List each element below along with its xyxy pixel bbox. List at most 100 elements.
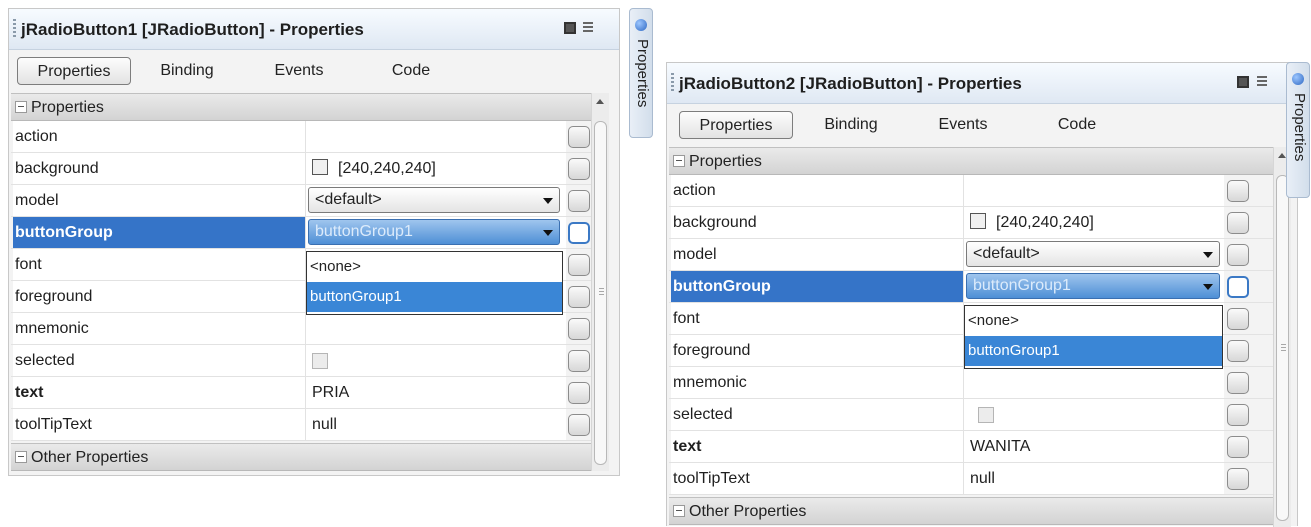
- ellipsis-button[interactable]: [1227, 276, 1249, 298]
- ellipsis-button[interactable]: [1227, 244, 1249, 266]
- selected-checkbox[interactable]: [978, 407, 994, 423]
- property-row[interactable]: action: [11, 121, 591, 153]
- property-name: text: [671, 431, 964, 462]
- dropdown-option-none[interactable]: <none>: [965, 306, 1222, 336]
- ellipsis-button[interactable]: [1227, 180, 1249, 202]
- property-value[interactable]: null: [306, 409, 566, 440]
- tab-code[interactable]: Code: [381, 57, 441, 85]
- ellipsis-button[interactable]: [568, 414, 590, 436]
- tab-binding[interactable]: Binding: [811, 111, 891, 139]
- tab-binding[interactable]: Binding: [147, 57, 227, 85]
- property-value[interactable]: PRIA: [306, 377, 566, 408]
- ellipsis-button[interactable]: [568, 158, 590, 180]
- property-value[interactable]: [964, 367, 1224, 398]
- property-row[interactable]: text PRIA: [11, 377, 591, 409]
- property-value[interactable]: null: [964, 463, 1224, 494]
- ellipsis-button[interactable]: [568, 382, 590, 404]
- section-properties-header[interactable]: Properties: [11, 93, 591, 121]
- scroll-up-icon[interactable]: [596, 99, 604, 104]
- buttongroup-combo[interactable]: buttonGroup1: [966, 273, 1220, 299]
- panel-titlebar[interactable]: jRadioButton2 [JRadioButton] - Propertie…: [667, 63, 1297, 104]
- collapse-icon[interactable]: [673, 505, 685, 517]
- property-name: selected: [671, 399, 964, 430]
- properties-side-tab-icon: [635, 19, 647, 31]
- ellipsis-button[interactable]: [1227, 372, 1249, 394]
- collapse-icon[interactable]: [15, 451, 27, 463]
- property-name: action: [671, 175, 964, 206]
- property-row[interactable]: background [240,240,240]: [11, 153, 591, 185]
- property-value[interactable]: WANITA: [964, 431, 1224, 462]
- color-value: [240,240,240]: [338, 160, 436, 177]
- model-combo[interactable]: <default>: [308, 187, 560, 213]
- property-value[interactable]: [240,240,240]: [964, 207, 1224, 238]
- property-row-selected[interactable]: buttonGroup buttonGroup1: [11, 217, 591, 249]
- dropdown-option-buttongroup1[interactable]: buttonGroup1: [965, 336, 1222, 366]
- tab-events[interactable]: Events: [259, 57, 339, 85]
- tab-code[interactable]: Code: [1047, 111, 1107, 139]
- tab-events[interactable]: Events: [923, 111, 1003, 139]
- ellipsis-button[interactable]: [1227, 468, 1249, 490]
- vertical-scrollbar[interactable]: [1273, 147, 1291, 527]
- tab-properties[interactable]: Properties: [17, 57, 131, 85]
- property-row[interactable]: model <default>: [11, 185, 591, 217]
- tab-properties[interactable]: Properties: [679, 111, 793, 139]
- section-properties-header[interactable]: Properties: [669, 147, 1273, 175]
- property-row-selected[interactable]: buttonGroup buttonGroup1: [669, 271, 1273, 303]
- property-row[interactable]: action: [669, 175, 1273, 207]
- property-name: background: [671, 207, 964, 238]
- panel-titlebar[interactable]: jRadioButton1 [JRadioButton] - Propertie…: [9, 9, 619, 50]
- dropdown-option-none[interactable]: <none>: [307, 252, 562, 282]
- section-other-properties-header[interactable]: Other Properties: [11, 443, 591, 471]
- combo-value: <default>: [973, 245, 1040, 262]
- ellipsis-button[interactable]: [568, 286, 590, 308]
- side-tab-label: Properties: [1291, 93, 1308, 162]
- scrollbar-thumb[interactable]: [594, 121, 607, 465]
- properties-side-tab[interactable]: Properties: [629, 8, 653, 138]
- close-icon[interactable]: [583, 22, 593, 34]
- ellipsis-button[interactable]: [1227, 212, 1249, 234]
- maximize-icon[interactable]: [1237, 76, 1249, 88]
- maximize-icon[interactable]: [564, 22, 576, 34]
- property-row[interactable]: mnemonic: [11, 313, 591, 345]
- property-row[interactable]: background [240,240,240]: [669, 207, 1273, 239]
- dropdown-option-buttongroup1[interactable]: buttonGroup1: [307, 282, 562, 312]
- property-row[interactable]: mnemonic: [669, 367, 1273, 399]
- vertical-scrollbar[interactable]: [591, 93, 609, 471]
- drag-grip-icon[interactable]: [13, 19, 16, 39]
- property-value[interactable]: [306, 121, 566, 152]
- properties-side-tab[interactable]: Properties: [1286, 62, 1310, 198]
- buttongroup-combo[interactable]: buttonGroup1: [308, 219, 560, 245]
- ellipsis-button[interactable]: [568, 190, 590, 212]
- ellipsis-button[interactable]: [568, 222, 590, 244]
- drag-grip-icon[interactable]: [671, 73, 674, 93]
- ellipsis-button[interactable]: [568, 350, 590, 372]
- property-value[interactable]: [240,240,240]: [306, 153, 566, 184]
- selected-checkbox[interactable]: [312, 353, 328, 369]
- scroll-up-icon[interactable]: [1278, 153, 1286, 158]
- property-row[interactable]: model <default>: [669, 239, 1273, 271]
- property-name: font: [13, 249, 306, 280]
- property-value[interactable]: [964, 175, 1224, 206]
- model-combo[interactable]: <default>: [966, 241, 1220, 267]
- ellipsis-button[interactable]: [1227, 308, 1249, 330]
- section-other-properties-header[interactable]: Other Properties: [669, 497, 1273, 525]
- ellipsis-button[interactable]: [1227, 404, 1249, 426]
- ellipsis-button[interactable]: [568, 254, 590, 276]
- ellipsis-button[interactable]: [1227, 340, 1249, 362]
- ellipsis-button[interactable]: [1227, 436, 1249, 458]
- scrollbar-thumb[interactable]: [1276, 175, 1289, 521]
- collapse-icon[interactable]: [673, 155, 685, 167]
- combo-value: <default>: [315, 191, 382, 208]
- property-row[interactable]: selected: [11, 345, 591, 377]
- section-label: Properties: [689, 153, 762, 170]
- close-icon[interactable]: [1257, 76, 1267, 88]
- property-row[interactable]: toolTipText null: [669, 463, 1273, 495]
- property-row[interactable]: selected: [669, 399, 1273, 431]
- property-value[interactable]: [306, 313, 566, 344]
- property-row[interactable]: text WANITA: [669, 431, 1273, 463]
- property-row[interactable]: toolTipText null: [11, 409, 591, 441]
- collapse-icon[interactable]: [15, 101, 27, 113]
- property-name: toolTipText: [671, 463, 964, 494]
- ellipsis-button[interactable]: [568, 126, 590, 148]
- ellipsis-button[interactable]: [568, 318, 590, 340]
